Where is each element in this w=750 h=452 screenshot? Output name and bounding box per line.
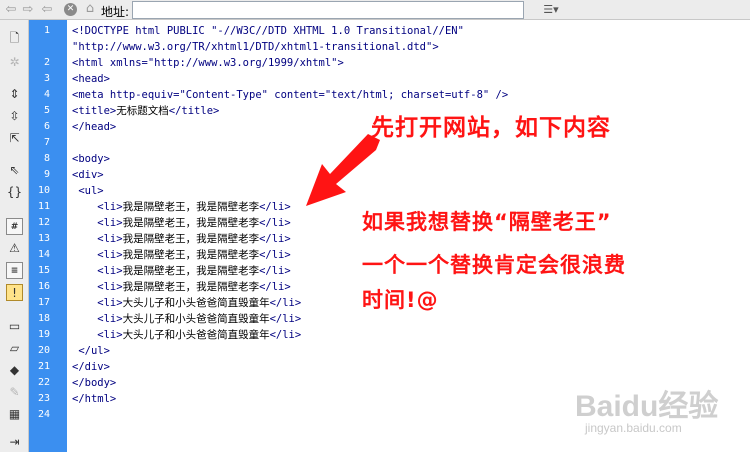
code-line[interactable]: <div> xyxy=(72,169,104,181)
back-arrow-icon[interactable]: ⇦ xyxy=(39,2,55,18)
back-arrow-icon[interactable]: ⇦ xyxy=(3,2,19,18)
home-icon[interactable]: ⌂ xyxy=(82,1,98,17)
code-line[interactable]: <li>我是隔壁老王，我是隔壁老李</li> xyxy=(72,265,290,277)
line-number: 16 xyxy=(37,281,50,292)
apply-comment-icon[interactable]: ▭ xyxy=(6,318,23,335)
code-line[interactable]: <li>我是隔壁老王，我是隔壁老李</li> xyxy=(72,201,290,213)
annotation-one-by-one: 一个一个替换肯定会很浪费 xyxy=(362,253,626,277)
syntax-error-alerts-icon[interactable]: ! xyxy=(6,284,23,301)
line-number: 2 xyxy=(43,57,50,68)
code-line[interactable]: </html> xyxy=(72,393,116,405)
code-line[interactable]: <!DOCTYPE html PUBLIC "-//W3C//DTD XHTML… xyxy=(72,25,464,37)
coding-toolbar: 🗋 ✲ ⇕ ⇳ ⇱ ⇖ {} # ⚠ ≡ ! ▭ ▱ ◆ ✎ ▦ ⇥ xyxy=(0,20,29,452)
code-line[interactable]: </body> xyxy=(72,377,116,389)
red-arrow-icon xyxy=(306,134,380,206)
word-wrap-icon[interactable]: ≡ xyxy=(6,262,23,279)
line-number: 6 xyxy=(43,121,50,132)
code-line[interactable]: <li>我是隔壁老王，我是隔壁老李</li> xyxy=(72,249,290,261)
line-number: 4 xyxy=(43,89,50,100)
line-number: 9 xyxy=(43,169,50,180)
address-menu-icon[interactable]: ☰▾ xyxy=(540,2,562,18)
code-line[interactable]: <li>我是隔壁老王，我是隔壁老李</li> xyxy=(72,281,290,293)
line-number: 13 xyxy=(37,233,50,244)
line-numbers-icon[interactable]: # xyxy=(6,218,23,235)
move-css-icon[interactable]: ▦ xyxy=(6,406,23,423)
open-documents-icon[interactable]: 🗋 xyxy=(6,30,23,47)
line-number: 21 xyxy=(37,361,50,372)
baidu-watermark: Baidu经验 jingyan.baidu.com xyxy=(575,381,745,447)
line-number: 1 xyxy=(43,25,50,36)
annotation-time: 时间!@ xyxy=(362,288,439,312)
watermark-url: jingyan.baidu.com xyxy=(585,421,682,435)
remove-comment-icon[interactable]: ▱ xyxy=(6,340,23,357)
recent-snippets-icon[interactable]: ✎ xyxy=(6,384,23,401)
line-number: 18 xyxy=(37,313,50,324)
line-number: 3 xyxy=(43,73,50,84)
line-number: 17 xyxy=(37,297,50,308)
line-number: 11 xyxy=(37,201,50,212)
code-line[interactable]: <title>无标题文档</title> xyxy=(72,105,219,117)
line-number: 7 xyxy=(43,137,50,148)
address-toolbar: ⇦ ⇨ ⇦ ✕ ⌂ 地址: ☰▾ xyxy=(0,0,750,20)
code-line[interactable]: <meta http-equiv="Content-Type" content=… xyxy=(72,89,508,101)
code-line[interactable]: <li>大头儿子和小头爸爸简直毁童年</li> xyxy=(72,329,301,341)
code-line[interactable]: <li>我是隔壁老王，我是隔壁老李</li> xyxy=(72,217,290,229)
line-number: 5 xyxy=(43,105,50,116)
line-number: 12 xyxy=(37,217,50,228)
line-number: 22 xyxy=(37,377,50,388)
annotation-open-site: 先打开网站，如下内容 xyxy=(371,115,611,141)
highlight-invalid-code-icon[interactable]: ⚠ xyxy=(6,240,23,257)
collapse-selection-icon[interactable]: ⇳ xyxy=(6,108,23,125)
code-line[interactable]: <li>我是隔壁老王，我是隔壁老李</li> xyxy=(72,233,290,245)
select-parent-tag-icon[interactable]: ⇖ xyxy=(6,162,23,179)
show-code-navigator-icon[interactable]: ✲ xyxy=(6,54,23,71)
line-number: 24 xyxy=(37,409,50,420)
code-line[interactable]: </head> xyxy=(72,121,116,133)
code-line[interactable]: <li>大头儿子和小头爸爸简直毁童年</li> xyxy=(72,297,301,309)
balance-braces-icon[interactable]: {} xyxy=(6,184,23,201)
address-label: 地址: xyxy=(101,5,130,19)
line-number: 14 xyxy=(37,249,50,260)
code-line[interactable]: <head> xyxy=(72,73,110,85)
line-number: 19 xyxy=(37,329,50,340)
indent-code-icon[interactable]: ⇥ xyxy=(6,434,23,451)
watermark-brand: Baidu经验 xyxy=(575,390,719,423)
code-line[interactable]: </ul> xyxy=(72,345,110,357)
line-number: 10 xyxy=(37,185,50,196)
line-number: 8 xyxy=(43,153,50,164)
stop-icon[interactable]: ✕ xyxy=(64,3,77,16)
code-line[interactable]: <ul> xyxy=(72,185,103,197)
code-line[interactable]: "http://www.w3.org/TR/xhtml1/DTD/xhtml1-… xyxy=(72,41,439,53)
code-line[interactable]: <body> xyxy=(72,153,110,165)
annotation-replace-question: 如果我想替换“隔壁老王” xyxy=(362,210,612,234)
code-line[interactable]: <li>大头儿子和小头爸爸简直毁童年</li> xyxy=(72,313,301,325)
line-number: 23 xyxy=(37,393,50,404)
line-number: 20 xyxy=(37,345,50,356)
collapse-full-tag-icon[interactable]: ⇕ xyxy=(6,86,23,103)
code-line[interactable]: </div> xyxy=(72,361,110,373)
expand-all-icon[interactable]: ⇱ xyxy=(6,130,23,147)
wrap-tag-icon[interactable]: ◆ xyxy=(6,362,23,379)
address-input[interactable] xyxy=(132,1,524,19)
line-number-gutter: 1 2 3 4 5 6 7 8 9 10 11 12 13 14 15 16 1… xyxy=(29,20,67,452)
code-line[interactable]: <html xmlns="http://www.w3.org/1999/xhtm… xyxy=(72,57,344,69)
line-number: 15 xyxy=(37,265,50,276)
forward-arrow-icon[interactable]: ⇨ xyxy=(20,2,36,18)
